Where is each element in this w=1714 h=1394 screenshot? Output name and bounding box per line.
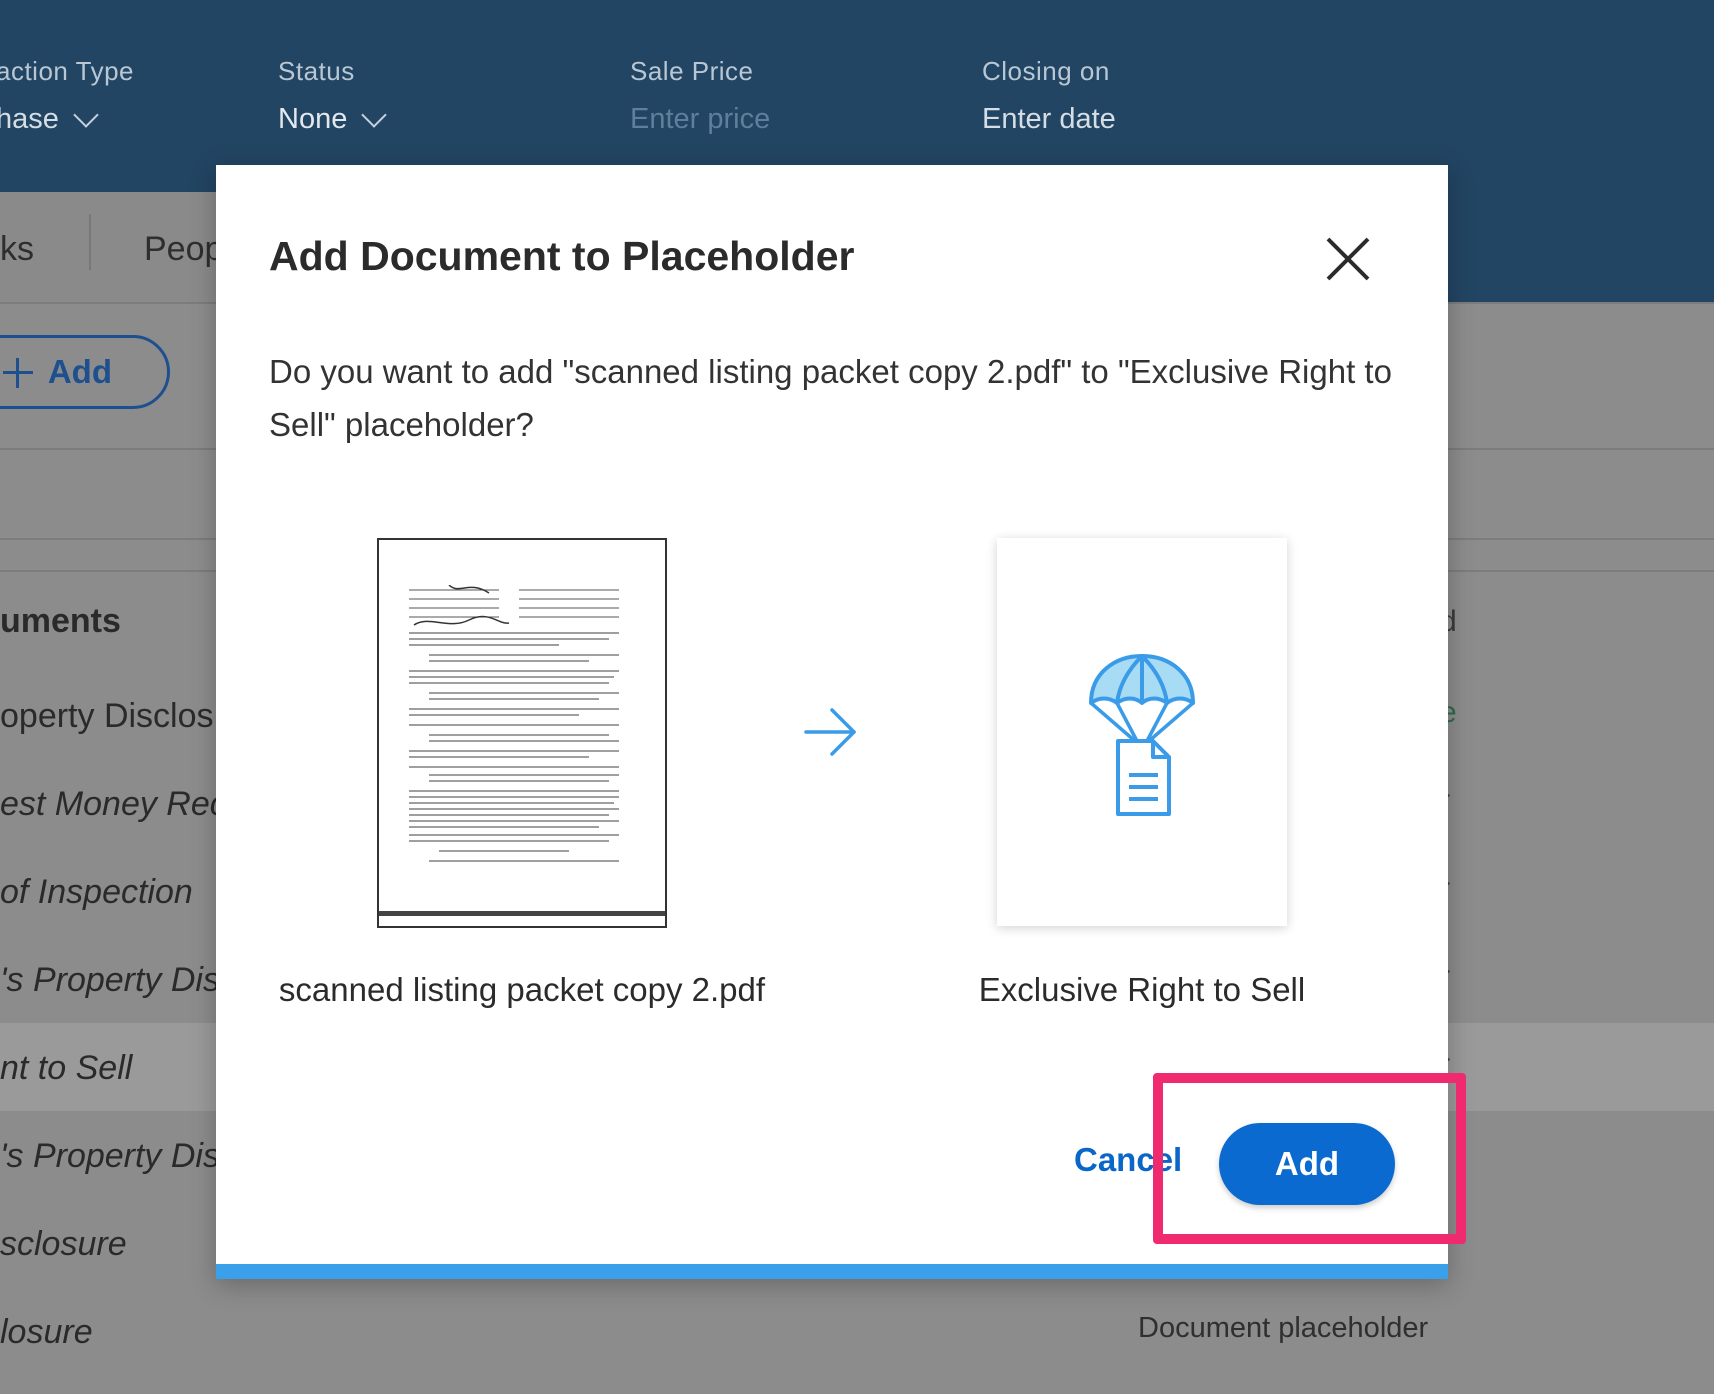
- sale-price-label: Sale Price: [630, 56, 754, 86]
- chevron-down-icon: [361, 101, 388, 128]
- arrow-right-icon: [804, 708, 856, 756]
- closing-date-field[interactable]: Closing on Enter date: [982, 56, 1116, 136]
- transaction-header: action Type hase Status None Sale Price …: [0, 0, 1714, 192]
- status-label: Status: [278, 56, 355, 86]
- document-item[interactable]: 's Property Dis: [0, 961, 220, 1000]
- document-item[interactable]: est Money Rec: [0, 785, 227, 824]
- close-icon: [1326, 237, 1370, 281]
- document-item[interactable]: losure: [0, 1313, 93, 1352]
- document-item[interactable]: nt to Sell: [0, 1049, 132, 1088]
- dialog-title: Add Document to Placeholder: [269, 233, 855, 279]
- status-value: None: [278, 103, 348, 135]
- closing-date-label: Closing on: [982, 56, 1110, 86]
- dialog-accent-bar: [216, 1264, 1448, 1279]
- document-item[interactable]: sclosure: [0, 1225, 127, 1264]
- target-placeholder-thumbnail: [997, 538, 1287, 926]
- tab-people[interactable]: Peop: [144, 230, 223, 269]
- tab-divider: [89, 214, 91, 270]
- document-item[interactable]: operty Disclos: [0, 697, 214, 736]
- close-button[interactable]: [1322, 233, 1374, 285]
- scanned-page-image: [409, 585, 619, 862]
- target-placeholder-name: Exclusive Right to Sell: [978, 971, 1306, 1008]
- transaction-type-label: action Type: [0, 56, 135, 86]
- status-dropdown[interactable]: None: [278, 101, 388, 136]
- tab-tasks[interactable]: ks: [0, 230, 34, 269]
- add-document-label: Add: [47, 353, 112, 390]
- transaction-type-field[interactable]: action Type hase: [0, 56, 134, 136]
- cancel-button[interactable]: Cancel: [1074, 1141, 1182, 1179]
- sale-price-field[interactable]: Sale Price Enter price: [630, 56, 770, 136]
- document-placeholder-label: Document placeholder: [1138, 1312, 1429, 1344]
- add-document-dialog: Add Document to Placeholder Do you want …: [216, 165, 1448, 1279]
- page-bottom-edge: [379, 911, 665, 916]
- documents-heading: uments: [0, 602, 121, 640]
- chevron-down-icon: [73, 101, 99, 128]
- transaction-type-value: hase: [0, 103, 59, 135]
- document-item[interactable]: 's Property Dis: [0, 1137, 220, 1176]
- add-document-button[interactable]: Add: [0, 335, 170, 409]
- sale-price-input[interactable]: Enter price: [630, 103, 770, 136]
- tab-bar-edge: [1448, 192, 1714, 302]
- source-document-thumbnail: [377, 538, 667, 928]
- plus-icon: [3, 358, 33, 388]
- transaction-type-dropdown[interactable]: hase: [0, 101, 134, 136]
- dialog-message: Do you want to add "scanned listing pack…: [269, 353, 1392, 443]
- source-document-name: scanned listing packet copy 2.pdf: [278, 971, 766, 1008]
- document-item[interactable]: of Inspection: [0, 873, 193, 912]
- add-button[interactable]: Add: [1219, 1123, 1395, 1205]
- parachute-document-icon: [1089, 654, 1195, 816]
- status-field[interactable]: Status None: [278, 56, 388, 136]
- closing-date-input[interactable]: Enter date: [982, 103, 1116, 136]
